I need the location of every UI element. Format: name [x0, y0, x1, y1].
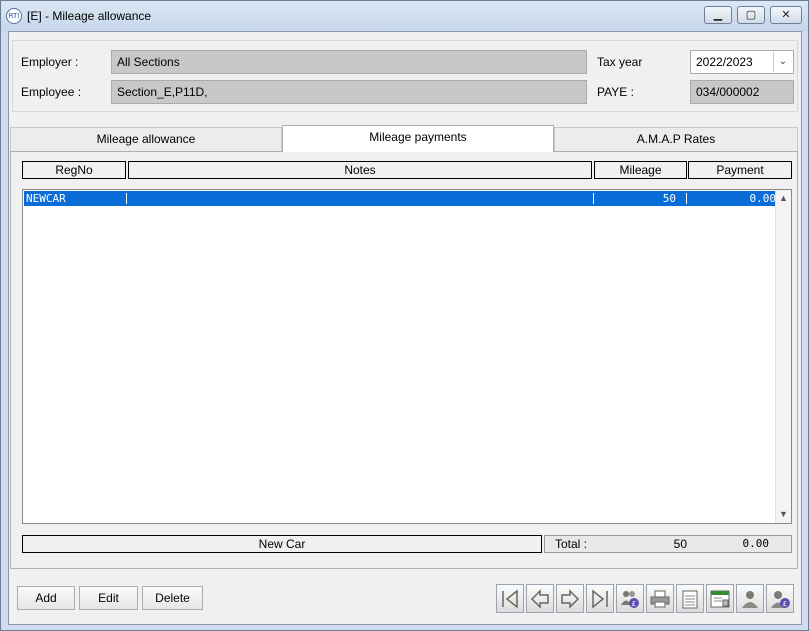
scroll-up-icon[interactable]: ▲ — [776, 191, 791, 206]
employee-button[interactable] — [736, 584, 764, 613]
employee-header-panel: Employer : All Sections Employee : Secti… — [12, 40, 798, 112]
add-button[interactable]: Add — [17, 586, 75, 610]
previous-record-button[interactable] — [526, 584, 554, 613]
app-icon: RTI — [6, 8, 22, 24]
printer-icon — [650, 590, 670, 608]
employees-payments-button[interactable]: £ — [616, 584, 644, 613]
title-bar[interactable]: RTI [E] - Mileage allowance ▁ ▢ ✕ — [1, 1, 808, 31]
last-record-button[interactable] — [586, 584, 614, 613]
previous-record-icon — [530, 589, 549, 609]
tab-amap-rates[interactable]: A.M.A.P Rates — [554, 127, 798, 151]
chevron-down-icon[interactable]: ⌄ — [773, 52, 792, 72]
row-regno: NEWCAR — [26, 192, 66, 205]
mileage-payments-panel: RegNo Notes Mileage Payment NEWCAR 50 0.… — [10, 151, 798, 569]
total-mileage: 50 — [673, 537, 687, 551]
column-header-notes[interactable]: Notes — [128, 161, 592, 179]
row-payment: 0.00 — [749, 192, 777, 205]
employee-pay-icon: £ — [771, 591, 790, 608]
column-header-payment[interactable]: Payment — [688, 161, 792, 179]
first-record-icon — [502, 589, 518, 609]
delete-button[interactable]: Delete — [142, 586, 203, 610]
notepad-icon — [682, 590, 698, 609]
paye-field: 034/000002 — [690, 80, 794, 104]
car-name-box: New Car — [22, 535, 542, 553]
tax-year-select[interactable]: 2022/2023 ⌄ — [690, 50, 794, 74]
tax-year-label: Tax year — [597, 55, 643, 69]
row-mileage: 50 — [662, 192, 676, 205]
maximize-button[interactable]: ▢ — [737, 6, 765, 24]
next-record-button[interactable] — [556, 584, 584, 613]
totals-box: Total : 50 0.00 — [544, 535, 792, 553]
mileage-allowance-window: RTI [E] - Mileage allowance ▁ ▢ ✕ Employ… — [0, 0, 809, 631]
scroll-down-icon[interactable]: ▼ — [776, 507, 791, 522]
employer-field: All Sections — [111, 50, 587, 74]
notes-button[interactable] — [676, 584, 704, 613]
svg-text:£: £ — [783, 600, 787, 608]
tab-strip: Mileage allowance Mileage payments A.M.A… — [10, 125, 798, 152]
print-button[interactable] — [646, 584, 674, 613]
employee-label: Employee : — [21, 85, 82, 99]
column-header-mileage[interactable]: Mileage — [594, 161, 687, 179]
paye-label: PAYE : — [597, 85, 634, 99]
employer-label: Employer : — [21, 55, 79, 69]
tax-year-value: 2022/2023 — [696, 55, 753, 69]
edit-button[interactable]: Edit — [79, 586, 138, 610]
total-payment: 0.00 — [742, 537, 770, 550]
window-title: [E] - Mileage allowance — [27, 9, 152, 23]
calendar-report-icon — [710, 590, 730, 608]
tab-mileage-allowance[interactable]: Mileage allowance — [10, 127, 282, 151]
minimize-button[interactable]: ▁ — [704, 6, 732, 24]
vertical-scrollbar[interactable]: ▲ ▼ — [775, 190, 791, 523]
first-record-button[interactable] — [496, 584, 524, 613]
employee-icon — [742, 591, 758, 608]
total-label: Total : — [555, 537, 588, 551]
next-record-icon — [561, 589, 580, 609]
payments-list[interactable]: NEWCAR 50 0.00 ▲ ▼ — [22, 189, 792, 524]
client-area: Employer : All Sections Employee : Secti… — [8, 31, 802, 625]
last-record-icon — [592, 589, 608, 609]
employee-pay-button[interactable]: £ — [766, 584, 794, 613]
column-header-regno[interactable]: RegNo — [22, 161, 126, 179]
tab-mileage-payments[interactable]: Mileage payments — [282, 125, 554, 152]
close-button[interactable]: ✕ — [770, 6, 802, 24]
employees-payments-icon: £ — [621, 591, 639, 608]
employee-field: Section_E,P11D, — [111, 80, 587, 104]
calendar-report-button[interactable] — [706, 584, 734, 613]
table-row[interactable]: NEWCAR 50 0.00 — [24, 191, 776, 206]
svg-text:£: £ — [632, 600, 636, 608]
